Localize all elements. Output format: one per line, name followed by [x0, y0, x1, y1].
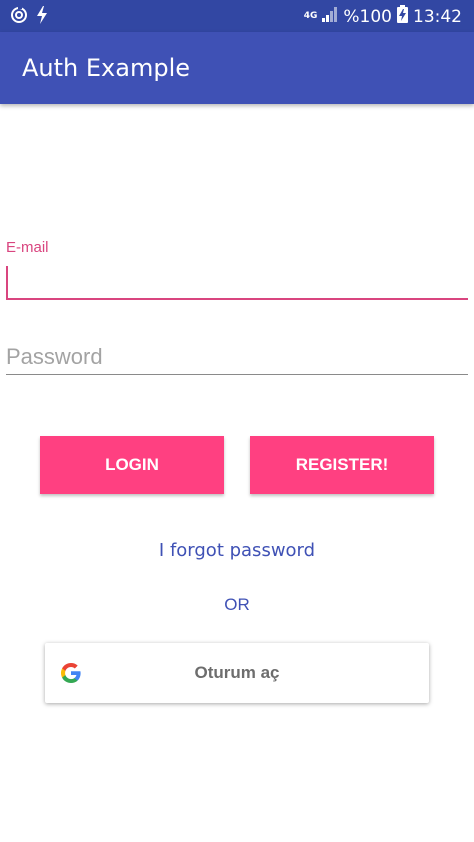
- clock: 13:42: [413, 6, 462, 27]
- forgot-password-link[interactable]: I forgot password: [0, 540, 474, 561]
- status-left-icons: [10, 6, 48, 29]
- app-bar: Auth Example: [0, 32, 474, 104]
- network-type: 4G: [303, 11, 318, 21]
- signal-icon: [322, 6, 338, 27]
- status-bar: 4G %100 13:42: [0, 0, 474, 32]
- login-button[interactable]: LOGIN: [40, 436, 224, 494]
- app-title: Auth Example: [22, 54, 190, 82]
- flash-icon: [36, 6, 48, 29]
- battery-charging-icon: [397, 5, 408, 28]
- text-cursor: [6, 266, 8, 298]
- google-sign-in-button[interactable]: Oturum aç: [45, 643, 429, 703]
- sync-icon: [10, 6, 28, 29]
- google-sign-in-label: Oturum aç: [194, 663, 280, 682]
- password-field[interactable]: [6, 339, 468, 375]
- register-button[interactable]: REGISTER!: [250, 436, 434, 494]
- battery-level: %100: [343, 6, 392, 27]
- or-separator: OR: [224, 595, 250, 614]
- email-label: E-mail: [6, 239, 49, 256]
- email-field[interactable]: [6, 264, 468, 300]
- status-right-info: 4G %100 13:42: [304, 5, 462, 28]
